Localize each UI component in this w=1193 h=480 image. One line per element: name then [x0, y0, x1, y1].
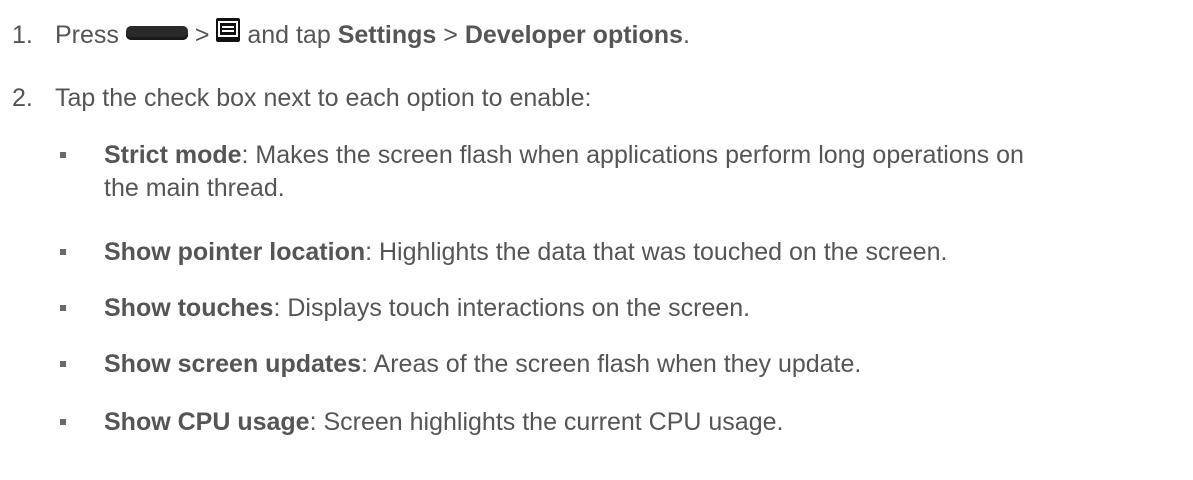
option-show-screen-updates: Show screen updates: Areas of the screen…: [104, 349, 861, 379]
separator: >: [443, 21, 458, 49]
bullet: [60, 419, 66, 425]
bullet: [60, 249, 66, 255]
option-strict-mode: Strict mode: Makes the screen flash when…: [104, 140, 1024, 170]
menu-key-icon: [216, 18, 241, 43]
step-number-1: 1.: [12, 21, 33, 49]
bullet: [60, 305, 66, 311]
option-desc: : Areas of the screen flash when they up…: [361, 350, 862, 378]
home-key-icon: [125, 26, 188, 41]
settings-label: Settings: [337, 21, 437, 49]
option-term: Show pointer location: [104, 238, 366, 266]
option-show-pointer-location: Show pointer location: Highlights the da…: [104, 237, 947, 267]
option-strict-mode-cont: the main thread.: [104, 174, 285, 202]
step-number-2: 2.: [12, 84, 33, 112]
option-desc: : Highlights the data that was touched o…: [365, 238, 948, 266]
press-text: Press: [55, 21, 119, 49]
and-tap-text: and tap: [247, 21, 331, 49]
option-term: Show touches: [104, 294, 274, 322]
step-1-text: Press > and tap Settings > Developer opt…: [55, 18, 690, 50]
option-term: Show screen updates: [104, 350, 362, 378]
bullet: [60, 152, 66, 158]
option-desc: : Screen highlights the current CPU usag…: [309, 408, 784, 436]
bullet: [60, 361, 66, 367]
option-term: Show CPU usage: [104, 408, 310, 436]
developer-options-label: Developer options: [464, 21, 683, 49]
option-term: Strict mode: [104, 141, 242, 169]
option-show-touches: Show touches: Displays touch interaction…: [104, 293, 750, 323]
separator: >: [194, 21, 210, 49]
option-desc: : Displays touch interactions on the scr…: [273, 294, 751, 322]
option-desc: : Makes the screen flash when applicatio…: [241, 141, 1024, 169]
period: .: [682, 21, 690, 49]
step-2-text: Tap the check box next to each option to…: [55, 84, 592, 112]
option-show-cpu-usage: Show CPU usage: Screen highlights the cu…: [104, 407, 783, 437]
